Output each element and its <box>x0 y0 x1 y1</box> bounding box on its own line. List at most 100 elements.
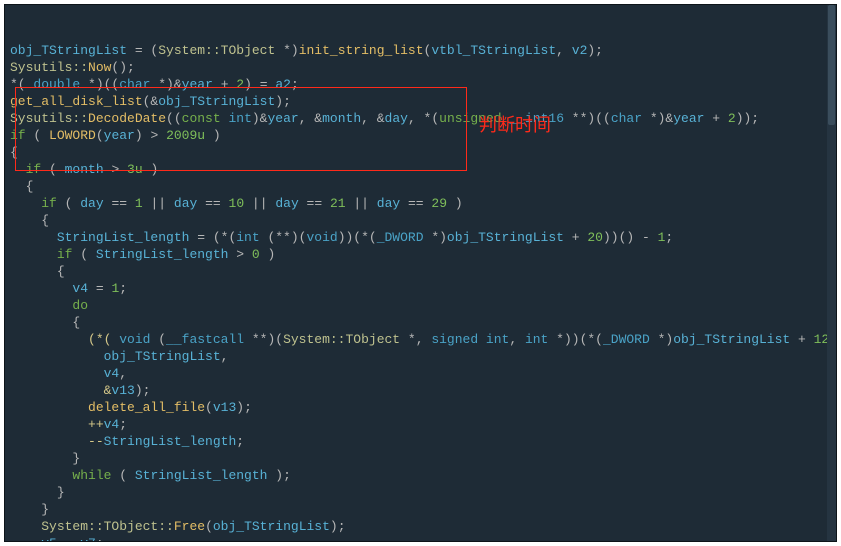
code-token: { <box>26 179 34 194</box>
code-token: obj_TStringList <box>447 230 564 245</box>
code-token: if <box>57 247 73 262</box>
code-token: _DWORD <box>377 230 424 245</box>
code-line: Sysutils::Now(); <box>10 59 831 76</box>
vertical-scrollbar[interactable] <box>827 5 836 541</box>
code-token: ( <box>26 128 49 143</box>
code-token: year <box>267 111 298 126</box>
code-line: Sysutils::DecodeDate((const int)&year, &… <box>10 110 831 127</box>
code-token: == <box>299 196 330 211</box>
code-token: month <box>65 162 104 177</box>
code-token: *) <box>424 230 447 245</box>
code-token: month <box>322 111 361 126</box>
code-token: )); <box>736 111 759 126</box>
code-token: LOWORD <box>49 128 96 143</box>
code-token: ) <box>447 196 463 211</box>
code-token: ( <box>41 162 64 177</box>
scrollbar-thumb[interactable] <box>828 5 835 125</box>
code-token: get_all_disk_list <box>10 94 143 109</box>
code-token: System::TObject <box>283 332 400 347</box>
code-token: ) <box>260 247 276 262</box>
code-token: obj_TStringList <box>104 349 221 364</box>
code-token: == <box>104 196 135 211</box>
code-token: ( <box>205 400 213 415</box>
code-line: ++v4; <box>10 416 831 433</box>
code-token: Free <box>174 519 205 534</box>
code-token: ( <box>111 468 134 483</box>
code-token: v4 <box>104 366 120 381</box>
code-token: StringList_length <box>135 468 268 483</box>
code-line: if ( month > 3u ) <box>10 161 831 178</box>
code-token: , <box>509 332 525 347</box>
code-line: &v13); <box>10 382 831 399</box>
code-token: *) <box>275 43 298 58</box>
code-token: a2 <box>275 77 291 92</box>
code-token: (**)( <box>260 230 307 245</box>
code-token: int <box>236 230 259 245</box>
code-token: + <box>704 111 727 126</box>
code-token: { <box>57 264 65 279</box>
code-token <box>10 315 72 330</box>
code-token: ) <box>205 128 221 143</box>
code-token: unsigned <box>439 111 501 126</box>
code-token: ); <box>587 43 603 58</box>
code-token: obj_TStringList <box>213 519 330 534</box>
code-token: ; <box>119 281 127 296</box>
code-token: ); <box>275 94 291 109</box>
code-token: 0 <box>252 247 260 262</box>
code-token: == <box>197 196 228 211</box>
code-token: { <box>10 145 18 160</box>
code-token: v7 <box>80 536 96 542</box>
code-token: ); <box>236 400 252 415</box>
code-token: ))(*( <box>338 230 377 245</box>
code-token: int <box>228 111 251 126</box>
code-line: get_all_disk_list(&obj_TStringList); <box>10 93 831 110</box>
code-token: _DWORD <box>603 332 650 347</box>
code-line: while ( StringList_length ); <box>10 467 831 484</box>
code-token: *)& <box>642 111 673 126</box>
code-token: int <box>525 332 548 347</box>
code-token: & <box>10 383 111 398</box>
code-line: } <box>10 501 831 518</box>
code-token: *)& <box>150 77 181 92</box>
code-token: **)( <box>244 332 283 347</box>
code-line: obj_TStringList = (System::TObject *)ini… <box>10 42 831 59</box>
code-token: day <box>385 111 408 126</box>
code-token: day <box>275 196 298 211</box>
code-token: > <box>228 247 251 262</box>
code-token: if <box>10 128 26 143</box>
code-token: day <box>80 196 103 211</box>
code-token: + <box>213 77 236 92</box>
code-token <box>10 349 104 364</box>
code-token: *) <box>650 332 673 347</box>
code-line: --StringList_length; <box>10 433 831 450</box>
code-token: obj_TStringList <box>10 43 127 58</box>
code-token <box>10 230 57 245</box>
code-token: System::TObject:: <box>41 519 174 534</box>
code-line: StringList_length = (*(int (**)(void))(*… <box>10 229 831 246</box>
code-token: } <box>57 485 65 500</box>
code-token: , *( <box>408 111 439 126</box>
code-token <box>10 281 72 296</box>
code-token: 2 <box>728 111 736 126</box>
code-token: *)(( <box>80 77 119 92</box>
code-line: if ( LOWORD(year) > 2009u ) <box>10 127 831 144</box>
code-token: )& <box>252 111 268 126</box>
code-token: do <box>72 298 88 313</box>
code-token: 2009u <box>166 128 205 143</box>
code-line: { <box>10 314 831 331</box>
code-line: *( double *)((char *)&year + 2) = a2; <box>10 76 831 93</box>
code-token: = (*( <box>189 230 236 245</box>
code-editor-pane[interactable]: obj_TStringList = (System::TObject *)ini… <box>4 4 837 542</box>
code-token: const <box>182 111 221 126</box>
code-token: , <box>221 349 229 364</box>
code-token: year <box>182 77 213 92</box>
code-token: ; <box>119 417 127 432</box>
code-token: *, <box>400 332 431 347</box>
code-token: *))(*( <box>548 332 603 347</box>
code-token: v5 <box>41 536 57 542</box>
code-token: init_string_list <box>299 43 424 58</box>
code-token: obj_TStringList <box>158 94 275 109</box>
code-token: char <box>119 77 150 92</box>
code-token: __fastcall <box>166 332 244 347</box>
code-token: { <box>72 315 80 330</box>
